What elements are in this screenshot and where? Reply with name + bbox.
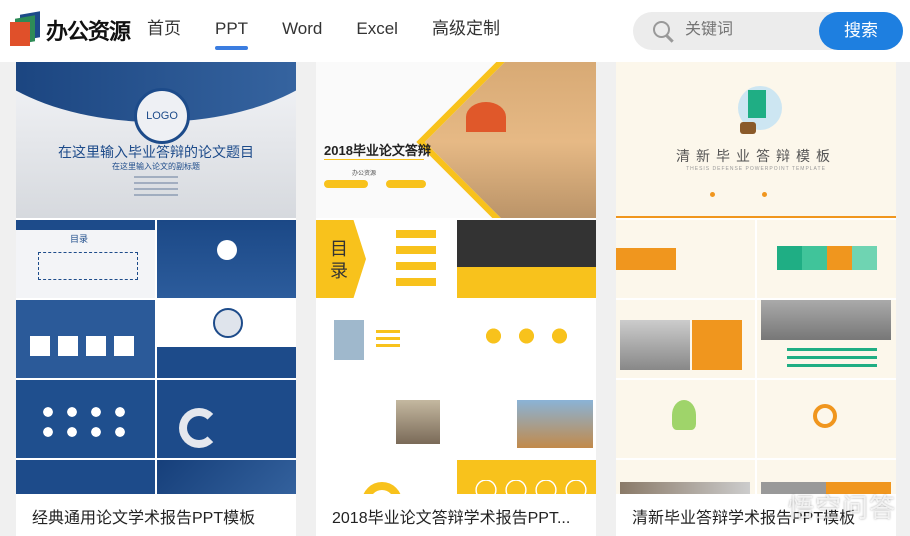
- slide-preview: [16, 380, 155, 458]
- slide-preview: [316, 380, 455, 458]
- template-title[interactable]: 2018毕业论文答辩学术报告PPT...: [316, 494, 596, 536]
- template-thumbnail[interactable]: 清新毕业答辩模板 THESIS DEFENSE POWERPOINT TEMPL…: [616, 62, 896, 494]
- template-card[interactable]: 2018毕业论文答辩 办公资源 目录 2018毕业论文答辩学术报告PPT...: [316, 62, 596, 536]
- slide-preview: [616, 380, 755, 458]
- slide-preview: [757, 220, 896, 298]
- template-card[interactable]: LOGO 在这里输入毕业答辩的论文题目 在这里输入论文的副标题 目录 经典通用论…: [16, 62, 296, 536]
- slide-preview: [457, 380, 596, 458]
- slide-preview: [757, 300, 896, 378]
- template-title[interactable]: 经典通用论文学术报告PPT模板: [16, 494, 296, 536]
- slide-preview: 目录: [16, 220, 155, 298]
- slide-preview: [157, 380, 296, 458]
- template-thumbnail[interactable]: LOGO 在这里输入毕业答辩的论文题目 在这里输入论文的副标题 目录: [16, 62, 296, 494]
- cover-slide: LOGO 在这里输入毕业答辩的论文题目 在这里输入论文的副标题: [16, 62, 296, 218]
- search-input[interactable]: [685, 21, 805, 39]
- nav-home[interactable]: 首页: [147, 0, 181, 62]
- slide-preview: 目录: [316, 220, 455, 298]
- cover-slide: 2018毕业论文答辩 办公资源: [316, 62, 596, 218]
- site-logo[interactable]: 办公资源: [8, 11, 131, 47]
- cover-subheading: THESIS DEFENSE POWERPOINT TEMPLATE: [686, 166, 826, 172]
- template-card[interactable]: 清新毕业答辩模板 THESIS DEFENSE POWERPOINT TEMPL…: [616, 62, 896, 536]
- slide-preview: [616, 220, 755, 298]
- slide-grid: 目录: [316, 220, 596, 494]
- logo-icon: [8, 11, 42, 47]
- nav-custom[interactable]: 高级定制: [432, 0, 500, 62]
- slide-preview: [457, 220, 596, 298]
- slide-preview: [157, 220, 296, 298]
- cover-slide: 清新毕业答辩模板 THESIS DEFENSE POWERPOINT TEMPL…: [616, 62, 896, 218]
- template-thumbnail[interactable]: 2018毕业论文答辩 办公资源 目录: [316, 62, 596, 494]
- slide-preview: [457, 300, 596, 378]
- cover-org: 办公资源: [352, 171, 377, 177]
- cover-subheading: 在这里输入论文的副标题: [112, 162, 200, 171]
- nav-ppt[interactable]: PPT: [215, 0, 249, 62]
- slide-preview: [616, 460, 755, 494]
- nav-word[interactable]: Word: [282, 0, 322, 62]
- search-button[interactable]: 搜索: [819, 12, 903, 50]
- search-icon: [653, 21, 670, 38]
- watermark: 悟空问答: [787, 493, 896, 523]
- slide-preview: [457, 460, 596, 494]
- slide-preview: [16, 460, 155, 494]
- cover-logo: LOGO: [134, 88, 190, 144]
- slide-preview: [157, 300, 296, 378]
- slide-preview: [16, 300, 155, 378]
- header: 办公资源 首页 PPT Word Excel 高级定制 搜索: [0, 0, 910, 62]
- slide-preview: [316, 300, 455, 378]
- cover-heading: 清新毕业答辩模板: [676, 148, 836, 164]
- slide-preview: [316, 460, 455, 494]
- nav-excel[interactable]: Excel: [356, 0, 398, 62]
- slide-grid: [616, 220, 896, 494]
- logo-text: 办公资源: [46, 19, 131, 44]
- slide-grid: 目录: [16, 220, 296, 494]
- cover-heading: 在这里输入毕业答辩的论文题目: [58, 144, 254, 160]
- slide-preview: [757, 380, 896, 458]
- main-nav: 首页 PPT Word Excel 高级定制: [147, 0, 534, 62]
- search-bar: 搜索: [633, 12, 903, 50]
- slide-preview: [157, 460, 296, 494]
- cover-heading: 2018毕业论文答辩: [324, 143, 431, 158]
- slide-preview: [616, 300, 755, 378]
